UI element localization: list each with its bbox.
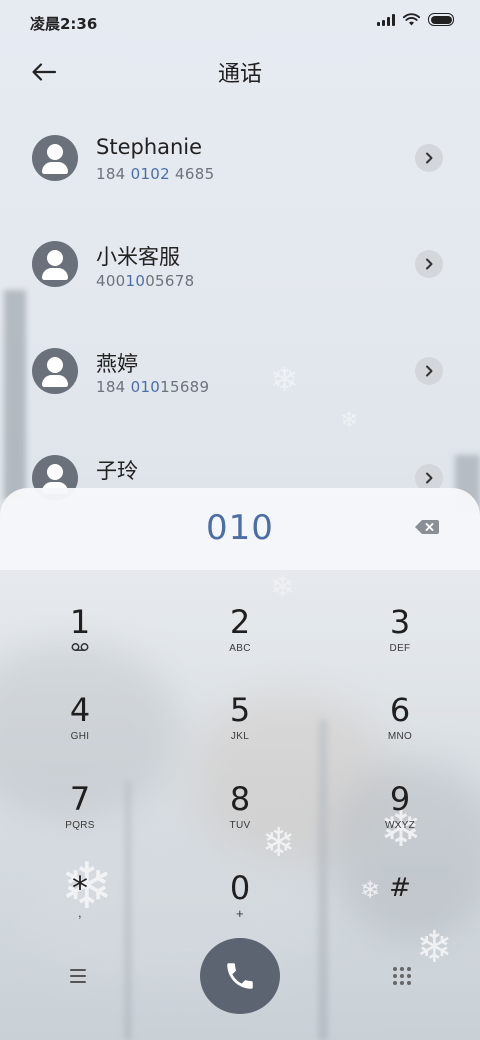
page-title: 通话: [217, 62, 262, 87]
menu-icon: [70, 969, 86, 971]
backspace-icon: [415, 520, 439, 534]
chevron-right-icon: [426, 152, 433, 164]
battery-fill: [430, 15, 452, 24]
contact-detail-button[interactable]: [415, 144, 443, 172]
contact-number: 184 0102 4685: [96, 165, 215, 183]
dialer-bottom-bar: [0, 938, 480, 1018]
header: 通话: [0, 44, 480, 100]
contact-detail-button[interactable]: [415, 250, 443, 278]
keypad-toggle-button[interactable]: [388, 962, 416, 990]
dial-input-area: 010: [0, 488, 480, 570]
contact-item[interactable]: 燕婷 184 01015689: [0, 317, 480, 417]
contact-number: 4001005678: [96, 272, 195, 290]
chevron-right-icon: [426, 258, 433, 270]
avatar: [32, 135, 78, 181]
status-time: 凌晨2:36: [30, 15, 98, 33]
contact-number: 184 01015689: [96, 378, 210, 396]
avatar: [32, 241, 78, 287]
battery-icon: [428, 13, 454, 26]
contact-item[interactable]: 小米客服 4001005678: [0, 211, 480, 311]
menu-button[interactable]: [64, 964, 92, 988]
call-button[interactable]: [200, 938, 280, 1014]
contact-detail-button[interactable]: [415, 357, 443, 385]
keypad-grid-icon: [393, 967, 397, 971]
status-bar: 凌晨2:36: [0, 0, 480, 44]
phone-icon: [227, 963, 253, 989]
chevron-right-icon: [426, 472, 433, 484]
status-icons: [377, 13, 454, 26]
contact-name: 小米客服: [96, 245, 180, 269]
dialed-number: 010: [206, 508, 274, 548]
wifi-icon: [403, 13, 420, 26]
backspace-button[interactable]: [412, 516, 442, 538]
chevron-right-icon: [426, 365, 433, 377]
signal-icon: [377, 13, 395, 26]
contact-name: 燕婷: [96, 352, 138, 376]
avatar: [32, 348, 78, 394]
contact-name: Stephanie: [96, 135, 203, 159]
contact-item[interactable]: Stephanie 184 0102 4685: [0, 104, 480, 204]
contact-name: 子玲: [96, 459, 138, 483]
